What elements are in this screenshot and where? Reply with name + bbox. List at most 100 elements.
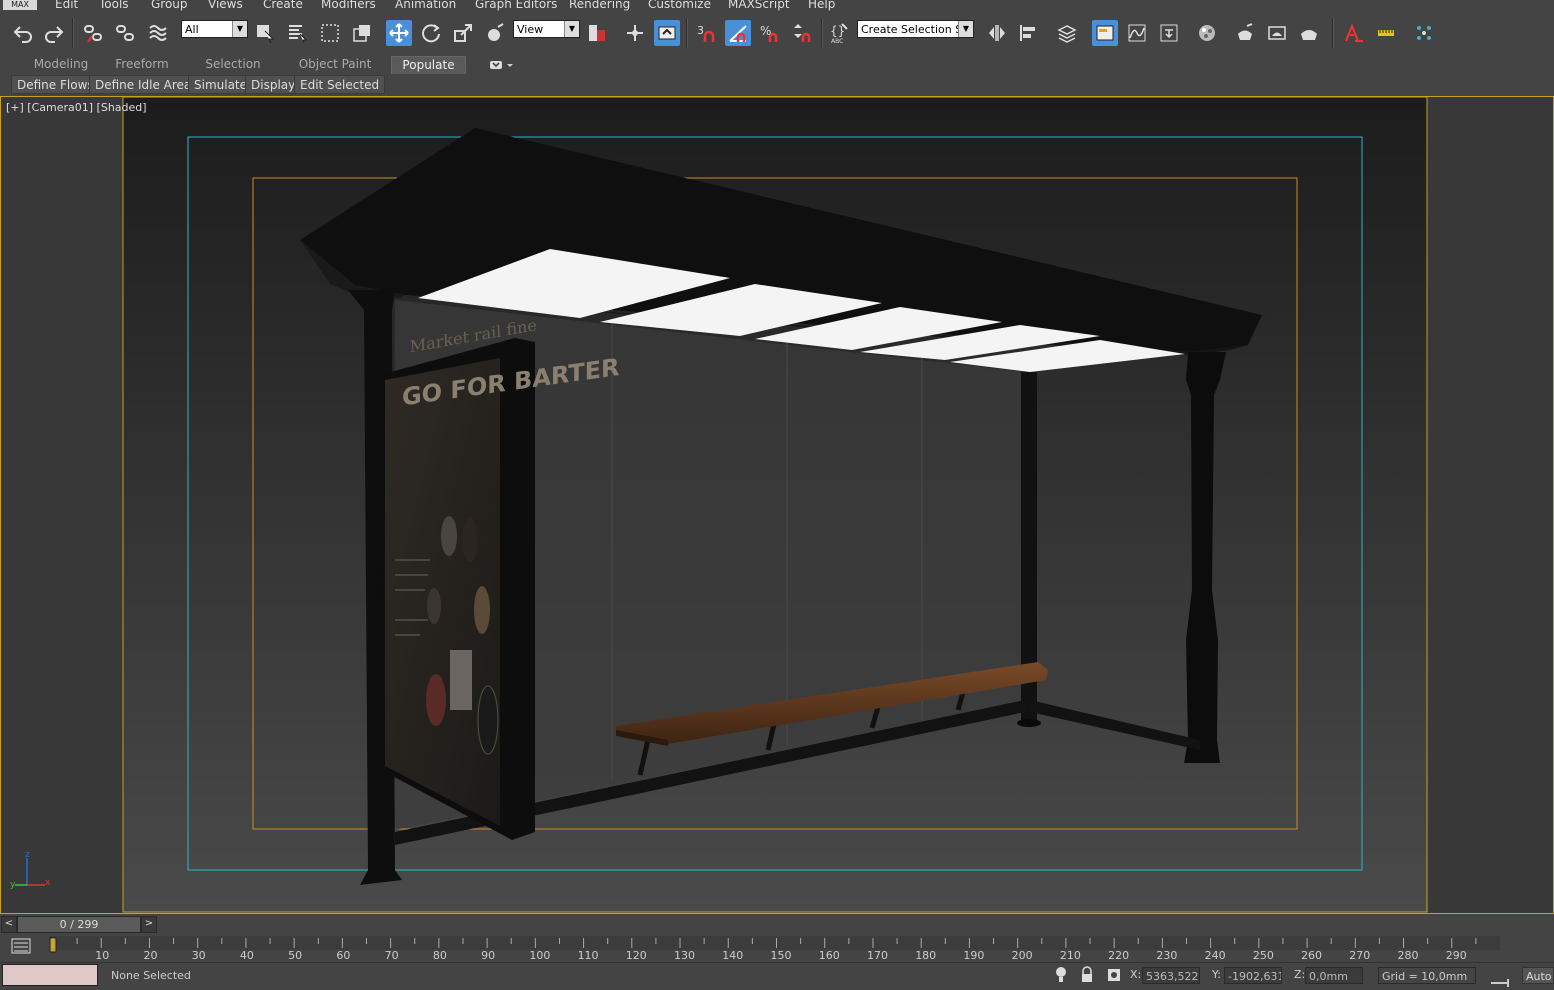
auto-key-button[interactable]: Auto bbox=[1522, 967, 1554, 984]
tick-label: 270 bbox=[1349, 949, 1370, 962]
define-flows-button[interactable]: Define Flows bbox=[11, 75, 100, 94]
align-icon[interactable] bbox=[1016, 20, 1042, 46]
time-slider-bar: < 0 / 299 > bbox=[0, 914, 1554, 934]
status-bar: None Selected X: 5363,522m Y: -1902,631r… bbox=[0, 962, 1554, 988]
tick-label: 290 bbox=[1446, 949, 1467, 962]
menu-customize[interactable]: Customize bbox=[648, 0, 711, 11]
spinner-snap-toggle-icon[interactable] bbox=[789, 20, 815, 46]
tick-label: 30 bbox=[192, 949, 206, 962]
named-selection-dropdown[interactable]: Create Selection Se ▼ bbox=[857, 20, 974, 38]
simulate-button[interactable]: Simulate bbox=[188, 75, 254, 94]
define-idle-areas-button[interactable]: Define Idle Areas bbox=[89, 75, 204, 94]
camera-viewport[interactable]: Market rail fine GO FOR BARTER z x y [+]… bbox=[0, 96, 1554, 914]
svg-text:z: z bbox=[25, 850, 30, 860]
tick-label: 120 bbox=[626, 949, 647, 962]
tick-label: 170 bbox=[867, 949, 888, 962]
app-logo[interactable]: MAX bbox=[3, 0, 37, 10]
svg-text:y: y bbox=[10, 880, 16, 890]
add-time-tag-icon[interactable] bbox=[1488, 969, 1514, 987]
tick-label: 190 bbox=[963, 949, 984, 962]
z-label: Z: bbox=[1294, 968, 1306, 981]
display-button[interactable]: Display bbox=[245, 75, 302, 94]
tab-freeform[interactable]: Freeform bbox=[104, 56, 180, 74]
tick-label: 140 bbox=[722, 949, 743, 962]
menu-rendering[interactable]: Rendering bbox=[569, 0, 630, 11]
tick-label: 180 bbox=[915, 949, 936, 962]
select-and-move-icon[interactable] bbox=[386, 20, 412, 46]
tab-populate[interactable]: Populate bbox=[391, 56, 466, 74]
menu-help[interactable]: Help bbox=[808, 0, 835, 11]
menu-bar: MAX Edit Tools Group Views Create Modifi… bbox=[0, 0, 1554, 12]
y-coordinate-field[interactable]: -1902,631r bbox=[1224, 967, 1282, 984]
unlink-selection-icon[interactable] bbox=[112, 20, 138, 46]
prev-frame-button[interactable]: < bbox=[1, 916, 17, 933]
angle-snap-toggle-icon[interactable] bbox=[725, 20, 751, 46]
menu-modifiers[interactable]: Modifiers bbox=[321, 0, 376, 11]
use-pivot-center-icon[interactable] bbox=[584, 20, 610, 46]
x-coordinate-field[interactable]: 5363,522m bbox=[1142, 967, 1200, 984]
menu-tools[interactable]: Tools bbox=[99, 0, 129, 11]
tick-label: 50 bbox=[288, 949, 302, 962]
select-and-manipulate-icon[interactable] bbox=[622, 20, 648, 46]
keyboard-shortcut-override-icon[interactable] bbox=[654, 20, 680, 46]
civil-view-icon[interactable] bbox=[1341, 20, 1367, 46]
tick-label: 130 bbox=[674, 949, 695, 962]
next-frame-button[interactable]: > bbox=[141, 916, 157, 933]
select-and-link-icon[interactable] bbox=[80, 20, 106, 46]
z-coordinate-field[interactable]: 0,0mm bbox=[1305, 967, 1363, 984]
schematic-view-icon[interactable] bbox=[1156, 20, 1182, 46]
menu-views[interactable]: Views bbox=[208, 0, 243, 11]
undo-icon[interactable] bbox=[10, 20, 36, 46]
select-and-place-icon[interactable] bbox=[482, 20, 508, 46]
isolate-selection-icon[interactable] bbox=[1054, 966, 1068, 984]
time-slider[interactable]: 0 / 299 bbox=[17, 916, 141, 933]
bind-to-space-warp-icon[interactable] bbox=[145, 20, 171, 46]
track-bar[interactable]: 10 20 30 40 50 60 70 80 90 100 110 120 130 140 150 160 1… bbox=[0, 934, 1554, 962]
rectangular-selection-icon[interactable] bbox=[317, 20, 343, 46]
mirror-icon[interactable] bbox=[984, 20, 1010, 46]
tick-label: 60 bbox=[336, 949, 350, 962]
main-toolbar: All ▼ View ▼ 3 % {} ABC Create Selection Se… bbox=[0, 12, 1554, 57]
particle-view-icon[interactable] bbox=[1411, 20, 1437, 46]
tab-selection[interactable]: Selection bbox=[190, 56, 276, 74]
menu-animation[interactable]: Animation bbox=[395, 0, 456, 11]
curve-editor-icon[interactable] bbox=[1124, 20, 1150, 46]
menu-create[interactable]: Create bbox=[263, 0, 303, 11]
ribbon-options-icon[interactable] bbox=[486, 56, 516, 74]
menu-group[interactable]: Group bbox=[151, 0, 188, 11]
redo-icon[interactable] bbox=[41, 20, 67, 46]
select-object-icon[interactable] bbox=[252, 20, 278, 46]
maxscript-listener[interactable] bbox=[2, 964, 98, 986]
select-and-scale-icon[interactable] bbox=[450, 20, 476, 46]
render-production-icon[interactable] bbox=[1296, 20, 1322, 46]
rendered-frame-window-icon[interactable] bbox=[1264, 20, 1290, 46]
select-by-name-icon[interactable] bbox=[284, 20, 310, 46]
tab-object-paint[interactable]: Object Paint bbox=[288, 56, 382, 74]
percent-snap-toggle-icon[interactable]: % bbox=[757, 20, 783, 46]
select-and-rotate-icon[interactable] bbox=[418, 20, 444, 46]
snaps-toggle-icon[interactable]: 3 bbox=[693, 20, 719, 46]
render-setup-icon[interactable] bbox=[1232, 20, 1258, 46]
x-label: X: bbox=[1130, 968, 1142, 981]
window-crossing-icon[interactable] bbox=[349, 20, 375, 46]
menu-edit[interactable]: Edit bbox=[55, 0, 78, 11]
tick-label: 210 bbox=[1060, 949, 1081, 962]
y-label: Y: bbox=[1212, 968, 1221, 981]
menu-graph-editors[interactable]: Graph Editors bbox=[475, 0, 557, 11]
menu-maxscript[interactable]: MAXScript bbox=[728, 0, 790, 11]
svg-text:x: x bbox=[45, 878, 51, 888]
scene-explorer-icon[interactable] bbox=[1054, 20, 1080, 46]
material-editor-icon[interactable] bbox=[1194, 20, 1220, 46]
selection-lock-icon[interactable] bbox=[1080, 966, 1094, 984]
tick-label: 220 bbox=[1108, 949, 1129, 962]
viewport-scene: Market rail fine GO FOR BARTER z x y bbox=[1, 97, 1553, 913]
absolute-mode-icon[interactable] bbox=[1106, 966, 1122, 984]
measure-distance-icon[interactable] bbox=[1373, 20, 1399, 46]
layer-explorer-icon[interactable] bbox=[1092, 20, 1118, 46]
selection-filter-dropdown[interactable]: All ▼ bbox=[181, 20, 248, 38]
reference-coordinate-dropdown[interactable]: View ▼ bbox=[513, 20, 580, 38]
edit-named-selection-icon[interactable]: {} ABC bbox=[826, 20, 852, 46]
viewport-label[interactable]: [+] [Camera01] [Shaded] bbox=[6, 101, 147, 114]
edit-selected-button[interactable]: Edit Selected bbox=[294, 75, 386, 94]
tab-modeling[interactable]: Modeling bbox=[18, 56, 104, 74]
